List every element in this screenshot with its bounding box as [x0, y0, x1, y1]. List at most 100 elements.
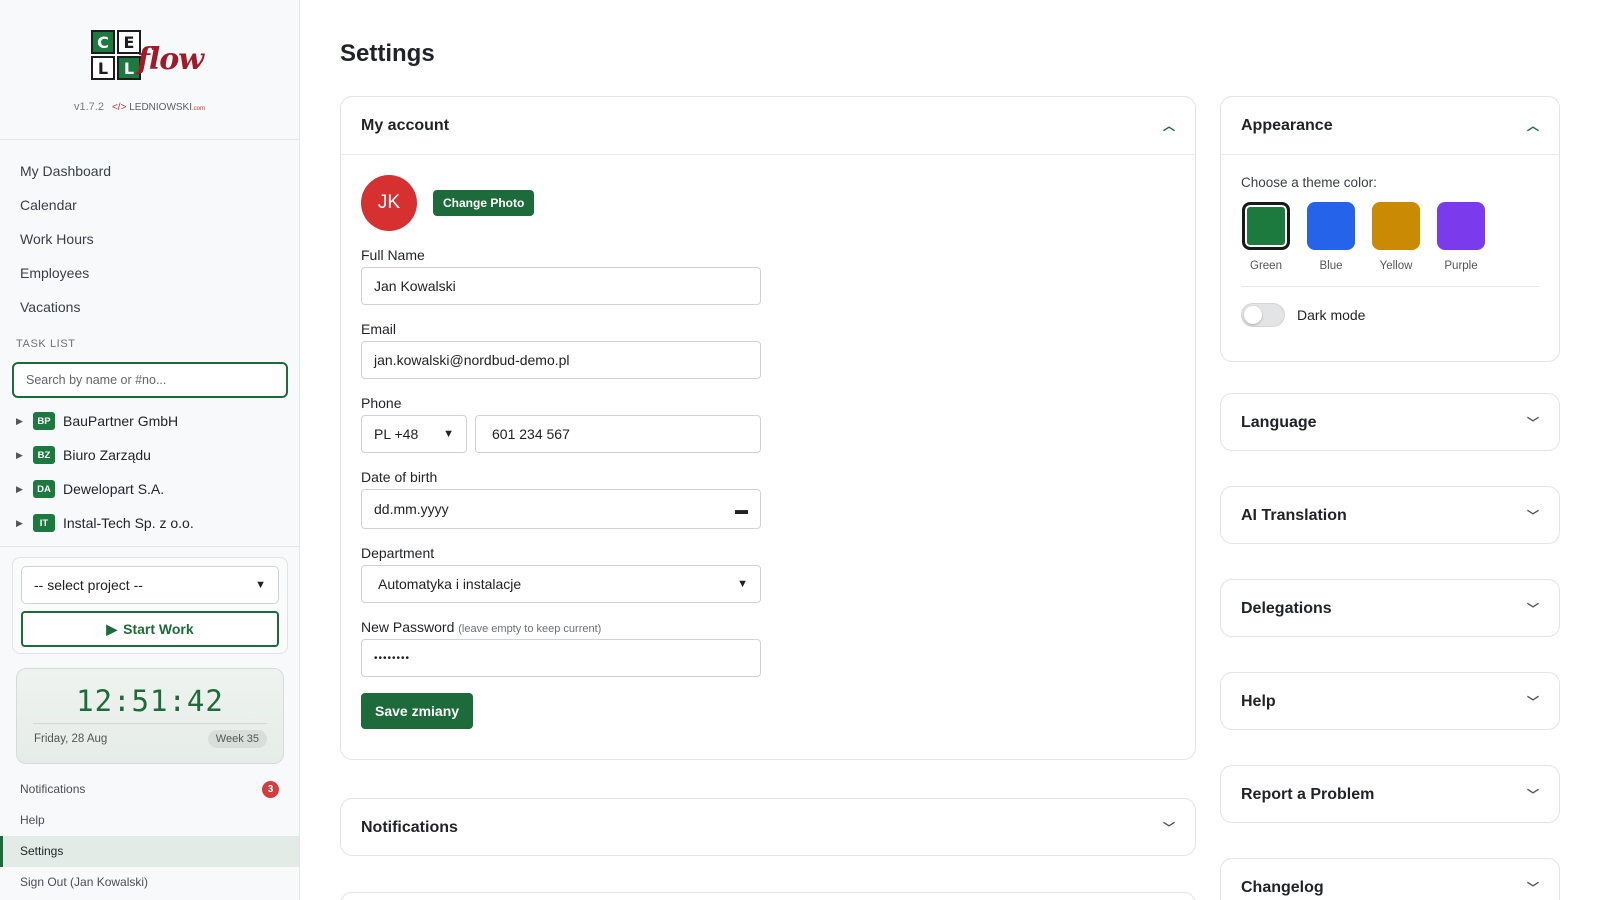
card-title: Changelog	[1241, 878, 1324, 896]
project-select-value: -- select project --	[34, 577, 143, 593]
task-name: Instal-Tech Sp. z o.o.	[63, 515, 194, 531]
language-header[interactable]: Language ﹀	[1221, 394, 1559, 451]
author-name: LEDNIOWSKI	[129, 101, 193, 113]
start-work-panel: -- select project -- ▼ ▶ Start Work	[12, 557, 288, 654]
email-value: jan.kowalski@nordbud-demo.pl	[374, 352, 570, 368]
task-item[interactable]: ▶ IT Instal-Tech Sp. z o.o.	[0, 506, 299, 540]
nav-item-calendar[interactable]: Calendar	[0, 188, 299, 222]
task-search-input[interactable]	[12, 362, 288, 398]
task-name: Dewelopart S.A.	[63, 481, 165, 497]
photo-row: JK Change Photo	[361, 175, 1175, 231]
save-button[interactable]: Save zmiany	[361, 693, 474, 729]
my-account-body: JK Change Photo Full Name Jan Kowalski E…	[341, 155, 1195, 749]
main-nav: My Dashboard Calendar Work Hours Employe…	[0, 140, 299, 324]
changelog-header[interactable]: Changelog ﹀	[1221, 859, 1559, 900]
phone-code-select[interactable]: PL +48 ▼	[361, 415, 467, 453]
dark-mode-toggle[interactable]	[1241, 303, 1285, 327]
appearance-header[interactable]: Appearance ︿	[1221, 97, 1559, 154]
logo-letter: L	[91, 56, 115, 80]
new-password-field[interactable]: ••••••••	[361, 639, 761, 677]
project-select[interactable]: -- select project -- ▼	[21, 566, 279, 604]
dob-field[interactable]: dd.mm.yyyy ▬	[361, 489, 761, 529]
task-badge: BP	[33, 412, 55, 430]
task-item[interactable]: ▶ BP BauPartner GmbH	[0, 404, 299, 438]
dark-mode-label: Dark mode	[1297, 307, 1366, 323]
appearance-card: Appearance ︿ Choose a theme color: Green…	[1220, 96, 1560, 362]
report-problem-header[interactable]: Report a Problem ﹀	[1221, 766, 1559, 823]
chevron-down-icon: ▼	[255, 579, 266, 591]
task-item[interactable]: ▶ BZ Biuro Zarządu	[0, 438, 299, 472]
changelog-card: Changelog ﹀	[1220, 858, 1560, 900]
theme-swatch-green[interactable]	[1242, 202, 1290, 250]
theme-swatch-purple[interactable]	[1437, 202, 1485, 250]
email-label: Email	[361, 321, 397, 337]
phone-code-value: PL +48	[374, 426, 419, 442]
appearance-body: Choose a theme color: Green Blue Yellow	[1221, 155, 1559, 347]
start-work-button[interactable]: ▶ Start Work	[21, 611, 279, 647]
card-title: Appearance	[1241, 116, 1333, 134]
report-problem-card: Report a Problem ﹀	[1220, 765, 1560, 823]
card-title: Help	[1241, 692, 1276, 710]
logo-grid: C E L L	[91, 30, 141, 80]
ai-translation-card: AI Translation ﹀	[1220, 486, 1560, 544]
delegations-card: Delegations ﹀	[1220, 579, 1560, 637]
task-name: Biuro Zarządu	[63, 447, 151, 463]
expand-caret-icon[interactable]: ▶	[16, 416, 33, 427]
new-password-label: New Password (leave empty to keep curren…	[361, 619, 1175, 637]
phone-number-field[interactable]: 601 234 567	[475, 415, 761, 453]
delegations-header[interactable]: Delegations ﹀	[1221, 580, 1559, 637]
card-title: Language	[1241, 413, 1317, 431]
theme-name: Green	[1250, 260, 1282, 272]
card-title: Report a Problem	[1241, 785, 1375, 803]
nav-item-settings[interactable]: Settings	[0, 836, 299, 867]
ai-translation-header[interactable]: AI Translation ﹀	[1221, 487, 1559, 544]
nav-item-help[interactable]: Help	[0, 805, 299, 836]
task-badge: IT	[33, 514, 55, 532]
clock-time: 12:51:42	[76, 684, 224, 718]
author-credit[interactable]: </> LEDNIOWSKI.com	[112, 102, 205, 113]
theme-swatch-blue[interactable]	[1307, 202, 1355, 250]
chevron-down-icon: ﹀	[1526, 788, 1539, 802]
nav-item-notifications[interactable]: Notifications 3	[0, 774, 299, 805]
task-item[interactable]: ▶ DA Dewelopart S.A.	[0, 472, 299, 506]
department-label: Department	[361, 545, 435, 561]
phone-label: Phone	[361, 395, 402, 411]
theme-name: Yellow	[1379, 260, 1413, 272]
help-header[interactable]: Help ﹀	[1221, 673, 1559, 730]
bottom-nav: Notifications 3 Help Settings Sign Out (…	[0, 774, 299, 898]
clock-widget: 12:51:42 Friday, 28 Aug Week 35	[16, 668, 284, 764]
chevron-down-icon: ﹀	[1526, 881, 1539, 895]
theme-swatch-yellow[interactable]	[1372, 202, 1420, 250]
language-card: Language ﹀	[1220, 393, 1560, 451]
nav-item-work-hours[interactable]: Work Hours	[0, 222, 299, 256]
nav-item-vacations[interactable]: Vacations	[0, 290, 299, 324]
main-content: Settings My account ︿ JK Change Photo Fu…	[300, 0, 1600, 900]
password-mask: ••••••••	[374, 652, 411, 664]
department-select[interactable]: Automatyka i instalacje ▼	[361, 565, 761, 603]
change-photo-button[interactable]: Change Photo	[433, 190, 535, 216]
app-logo[interactable]: C E L L flow	[91, 30, 204, 80]
theme-option-purple: Purple	[1436, 202, 1486, 272]
app-root: C E L L flow v1.7.2 </> LEDNIOWSKI.com M…	[0, 0, 1600, 900]
notifications-header[interactable]: Notifications ﹀	[341, 799, 1195, 856]
notifications-count-badge: 3	[262, 781, 279, 798]
dob-label: Date of birth	[361, 469, 438, 485]
nav-item-sign-out[interactable]: Sign Out (Jan Kowalski)	[0, 867, 299, 898]
help-card: Help ﹀	[1220, 672, 1560, 730]
version-row: v1.7.2 </> LEDNIOWSKI.com	[74, 101, 205, 113]
expand-caret-icon[interactable]: ▶	[16, 484, 33, 495]
theme-name: Blue	[1319, 260, 1343, 272]
chevron-down-icon: ▼	[443, 428, 454, 440]
email-field[interactable]: jan.kowalski@nordbud-demo.pl	[361, 341, 761, 379]
full-name-value: Jan Kowalski	[374, 278, 456, 294]
nav-item-dashboard[interactable]: My Dashboard	[0, 154, 299, 188]
expand-caret-icon[interactable]: ▶	[16, 518, 33, 529]
expand-caret-icon[interactable]: ▶	[16, 450, 33, 461]
my-account-header[interactable]: My account ︿	[341, 97, 1195, 154]
chevron-down-icon: ﹀	[1526, 416, 1539, 430]
full-name-field[interactable]: Jan Kowalski	[361, 267, 761, 305]
nav-item-employees[interactable]: Employees	[0, 256, 299, 290]
chevron-down-icon: ▼	[737, 578, 748, 590]
calendar-icon[interactable]: ▬	[735, 502, 748, 517]
task-list: ▶ BP BauPartner GmbH ▶ BZ Biuro Zarządu …	[0, 404, 299, 547]
